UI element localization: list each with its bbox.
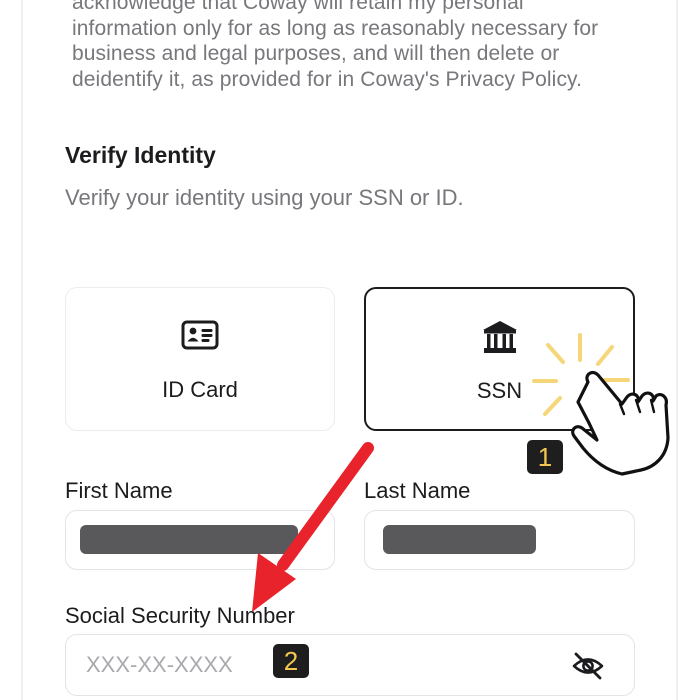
eye-slash-icon[interactable] <box>571 649 605 688</box>
last-name-field[interactable] <box>364 510 635 570</box>
content-border-left <box>21 0 23 700</box>
verify-identity-subtitle: Verify your identity using your SSN or I… <box>65 185 464 210</box>
redacted-value <box>383 525 536 554</box>
verify-identity-title: Verify Identity <box>65 142 216 168</box>
ssn-field-label: Social Security Number <box>65 603 295 628</box>
consent-line: information only for as long as reasonab… <box>72 16 599 40</box>
consent-line: acknowledge that Coway will retain my pe… <box>72 0 524 14</box>
consent-line: business and legal purposes, and will th… <box>72 42 560 65</box>
id-card-label: ID Card <box>162 377 238 402</box>
ssn-label: SSN <box>476 378 523 403</box>
id-card-option[interactable]: ID Card <box>65 287 335 431</box>
privacy-consent-text: acknowledge that Coway will retain my pe… <box>72 0 662 92</box>
redacted-value <box>80 525 298 554</box>
ssn-field <box>65 634 635 696</box>
bank-icon <box>481 319 519 360</box>
consent-line: deidentify it, as provided for in Coway'… <box>72 67 583 91</box>
ssn-option[interactable]: SSN <box>364 287 635 431</box>
last-name-label: Last Name <box>364 478 471 503</box>
step-2-badge: 2 <box>273 644 309 678</box>
ssn-input[interactable] <box>86 649 366 681</box>
step-1-badge: 1 <box>527 440 563 474</box>
id-card-icon <box>181 320 219 355</box>
verify-identity-screen: acknowledge that Coway will retain my pe… <box>0 0 700 700</box>
first-name-field[interactable] <box>65 510 335 570</box>
content-border-right <box>676 0 678 700</box>
first-name-label: First Name <box>65 478 173 503</box>
